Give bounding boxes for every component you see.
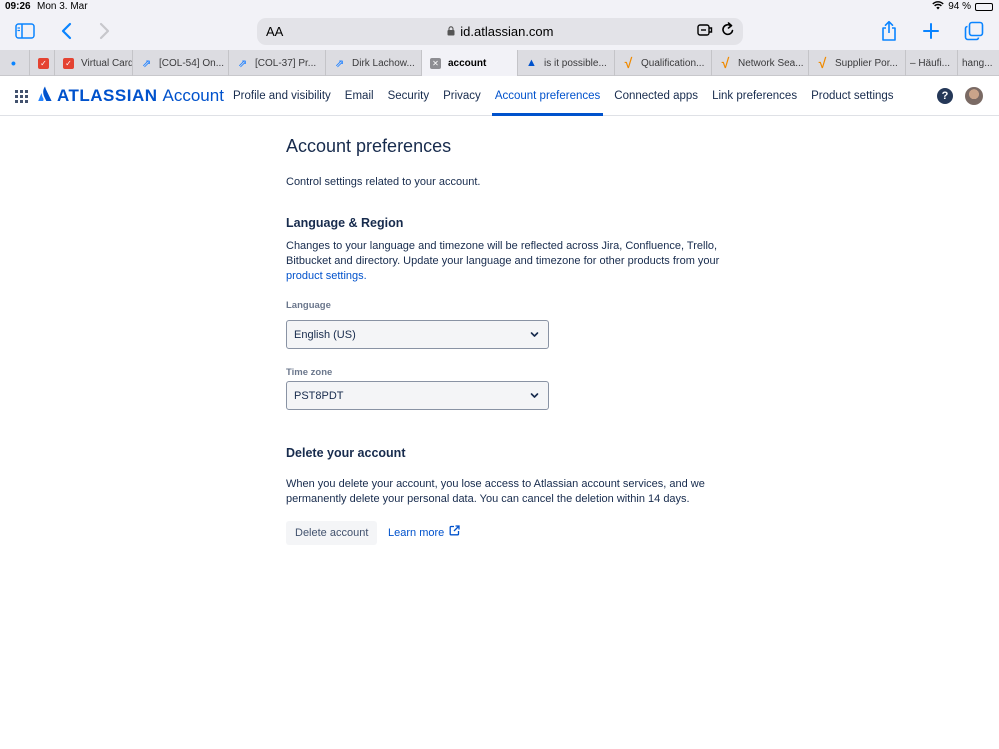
nav-security[interactable]: Security (381, 77, 437, 116)
tab-3[interactable]: ⇗ [COL-54] On... (133, 50, 229, 76)
jira-icon: ⇗ (141, 57, 152, 70)
status-bar: 09:26 Mon 3. Mar 94 % (0, 0, 999, 14)
nav-profile-visibility[interactable]: Profile and visibility (226, 77, 338, 116)
atlassian-icon: ▲ (526, 57, 537, 69)
language-value: English (US) (294, 328, 356, 341)
page-title: Account preferences (286, 136, 452, 156)
close-tab-icon[interactable]: ✕ (430, 57, 441, 69)
tab-4[interactable]: ⇗ [COL-37] Pr... (229, 50, 326, 76)
browser-toolbar: ••• AA id.atlassian.com (0, 13, 999, 50)
tab-label: Qualification... (641, 57, 705, 69)
brand-name: ATLASSIAN (57, 86, 158, 105)
tab-9[interactable]: √ Network Sea... (712, 50, 809, 76)
nav-email[interactable]: Email (338, 77, 381, 116)
product-settings-link[interactable]: product settings (286, 270, 364, 282)
app-header: ATLASSIAN Account Profile and visibility… (0, 77, 999, 116)
lock-icon (447, 26, 458, 39)
tab-2[interactable]: ✓ Virtual Card (55, 50, 133, 76)
app-switcher-icon[interactable] (15, 90, 28, 103)
todoist-icon: ✓ (63, 57, 74, 69)
avatar[interactable] (965, 87, 983, 105)
sidebar-icon[interactable] (15, 23, 35, 39)
language-select[interactable]: English (US) (286, 320, 549, 349)
delete-account-button[interactable]: Delete account (286, 521, 378, 545)
language-region-text: Changes to your language and timezone wi… (286, 240, 720, 267)
tab-active-account[interactable]: ✕ account (422, 50, 518, 76)
product-name: Account (162, 86, 224, 105)
nav-link-preferences[interactable]: Link preferences (705, 77, 804, 116)
status-right: 94 % (932, 1, 993, 12)
share-icon[interactable] (880, 20, 898, 42)
battery-percent: 94 % (948, 1, 971, 12)
tab-1[interactable]: ✓ (30, 50, 55, 76)
atlassian-logo-icon (38, 86, 52, 106)
address-bar[interactable]: AA id.atlassian.com (257, 18, 743, 45)
tab-5[interactable]: ⇗ Dirk Lachow... (326, 50, 422, 76)
tab-overview-icon[interactable] (964, 21, 984, 41)
language-label: Language (286, 300, 331, 311)
page-intro: Control settings related to your account… (286, 176, 481, 188)
tab-label: [COL-54] On... (159, 57, 225, 69)
forward-icon[interactable] (99, 22, 111, 40)
tab-label: is it possible... (544, 57, 607, 69)
v-icon: √ (624, 55, 633, 71)
status-time: 09:26 (5, 1, 31, 12)
tab-label: Virtual Card (81, 57, 133, 69)
jira-icon: ⇗ (334, 57, 345, 70)
delete-account-heading: Delete your account (286, 446, 406, 460)
reload-icon[interactable] (721, 22, 735, 41)
tab-bar: • ✓ ✓ Virtual Card ⇗ [COL-54] On... ⇗ [C… (0, 50, 999, 76)
tab-partial-icon: • (11, 55, 16, 71)
timezone-label: Time zone (286, 367, 333, 378)
atlassian-account-logo[interactable]: ATLASSIAN Account (38, 86, 224, 106)
link-suffix: . (363, 270, 367, 282)
extension-icon[interactable] (697, 23, 713, 42)
language-region-heading: Language & Region (286, 216, 404, 230)
tab-7[interactable]: ▲ is it possible... (518, 50, 615, 76)
tab-10[interactable]: √ Supplier Por... (809, 50, 906, 76)
jira-icon: ⇗ (237, 57, 248, 70)
nav-product-settings[interactable]: Product settings (804, 77, 900, 116)
main-nav: Profile and visibility Email Security Pr… (226, 77, 901, 116)
tab-11[interactable]: – Häufi... (906, 50, 958, 76)
help-icon[interactable]: ? (937, 88, 953, 104)
timezone-value: PST8PDT (294, 389, 344, 402)
tab-label: – Häufi... (910, 57, 951, 69)
tab-0[interactable]: • (0, 50, 30, 76)
status-date: Mon 3. Mar (37, 1, 88, 12)
new-tab-icon[interactable] (922, 22, 940, 40)
tab-label: Supplier Por... (835, 57, 898, 69)
learn-more-link[interactable]: Learn more (388, 521, 460, 545)
tab-label: [COL-37] Pr... (255, 57, 317, 69)
chevron-down-icon (530, 391, 539, 403)
tab-label: Network Sea... (738, 57, 804, 69)
nav-account-preferences[interactable]: Account preferences (487, 77, 608, 116)
wifi-icon (932, 1, 944, 12)
nav-connected-apps[interactable]: Connected apps (607, 77, 705, 116)
v-icon: √ (818, 55, 827, 71)
tab-label: Dirk Lachow... (352, 57, 415, 69)
tab-label: account (448, 57, 487, 69)
tab-12[interactable]: hang... (958, 50, 999, 76)
tab-8[interactable]: √ Qualification... (615, 50, 712, 76)
delete-account-description: When you delete your account, you lose a… (286, 478, 705, 505)
battery-icon (975, 2, 993, 11)
external-link-icon (449, 521, 460, 545)
back-icon[interactable] (60, 22, 72, 40)
chevron-down-icon (530, 330, 539, 342)
todoist-icon: ✓ (38, 57, 49, 69)
learn-more-label: Learn more (388, 527, 445, 539)
tab-label: hang... (962, 57, 993, 69)
url-display[interactable]: id.atlassian.com (257, 24, 743, 39)
url-text: id.atlassian.com (460, 24, 554, 39)
nav-privacy[interactable]: Privacy (436, 77, 488, 116)
language-region-description: Changes to your language and timezone wi… (286, 239, 726, 284)
v-icon: √ (721, 55, 730, 71)
timezone-select[interactable]: PST8PDT (286, 381, 549, 410)
